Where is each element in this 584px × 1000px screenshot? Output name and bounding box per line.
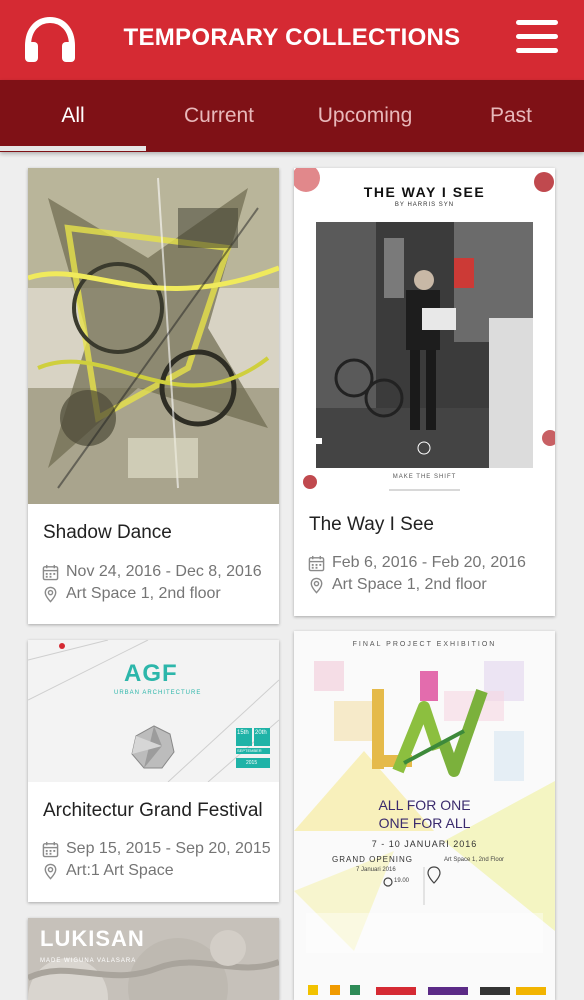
collection-date: Sep 15, 2015 - Sep 20, 2015 (42, 840, 271, 858)
collection-card-all-for-one[interactable]: FINAL PROJECT EXHIBITION ALL FOR ONE ONE… (294, 631, 555, 1000)
collection-image: FINAL PROJECT EXHIBITION ALL FOR ONE ONE… (294, 631, 555, 1000)
collection-card-the-way-i-see[interactable]: THE WAY I SEE BY HARRIS SYN MAKE THE SHI… (294, 168, 555, 616)
tab-current[interactable]: Current (146, 80, 292, 152)
location-pin-icon (44, 863, 57, 880)
collection-date: Nov 24, 2016 - Dec 8, 2016 (42, 563, 262, 581)
poster-title: LUKISAN (40, 926, 145, 951)
poster-heading: THE WAY I SEE (363, 184, 486, 200)
tab-upcoming[interactable]: Upcoming (292, 80, 438, 152)
collection-location: Art Space 1, 2nd floor (308, 576, 487, 594)
poster-logo: AGF (124, 660, 178, 687)
poster-subtitle: URBAN ARCHITECTURE (114, 690, 202, 696)
collection-image (28, 168, 279, 504)
hamburger-menu-icon[interactable] (516, 20, 558, 58)
poster-footer: MAKE THE SHIFT (392, 474, 457, 480)
poster-tagline: ONE FOR ALL (378, 815, 471, 831)
location-pin-icon (44, 586, 57, 603)
collection-title: The Way I See (309, 514, 434, 535)
collection-date: Feb 6, 2016 - Feb 20, 2016 (308, 554, 526, 572)
collection-location: Art:1 Art Space (42, 862, 174, 880)
active-tab-indicator (0, 146, 146, 151)
poster-top-label: FINAL PROJECT EXHIBITION (352, 641, 497, 648)
collection-image: LUKISAN MADE WIGUNA VALASARA (28, 918, 279, 1000)
poster-byline: BY HARRIS SYN (394, 202, 455, 208)
collection-image: AGF URBAN ARCHITECTURE 15th 20th SEPTEMB… (28, 640, 279, 782)
calendar-icon (308, 555, 325, 571)
tab-bar: All Current Upcoming Past (0, 80, 584, 152)
poster-dates: 7 - 10 JANUARI 2016 (371, 839, 478, 849)
collection-image: THE WAY I SEE BY HARRIS SYN MAKE THE SHI… (294, 168, 555, 496)
page-title: TEMPORARY COLLECTIONS (123, 24, 461, 51)
collection-card-lukisan[interactable]: LUKISAN MADE WIGUNA VALASARA (28, 918, 279, 1000)
poster-artist: MADE WIGUNA VALASARA (40, 958, 137, 964)
collection-card-architectur-grand-festival[interactable]: AGF URBAN ARCHITECTURE 15th 20th SEPTEMB… (28, 640, 279, 902)
app-bar: TEMPORARY COLLECTIONS (0, 0, 584, 80)
collection-title: Architectur Grand Festival (43, 800, 263, 821)
collection-location: Art Space 1, 2nd floor (42, 585, 221, 603)
location-pin-icon (310, 577, 323, 594)
tab-all[interactable]: All (0, 80, 146, 152)
tab-past[interactable]: Past (438, 80, 584, 152)
poster-tagline: ALL FOR ONE (378, 797, 471, 813)
collection-title: Shadow Dance (43, 522, 172, 543)
calendar-icon (42, 564, 59, 580)
calendar-icon (42, 841, 59, 857)
collection-card-shadow-dance[interactable]: Shadow Dance Nov 24, 2016 - Dec 8, 2016 … (28, 168, 279, 624)
